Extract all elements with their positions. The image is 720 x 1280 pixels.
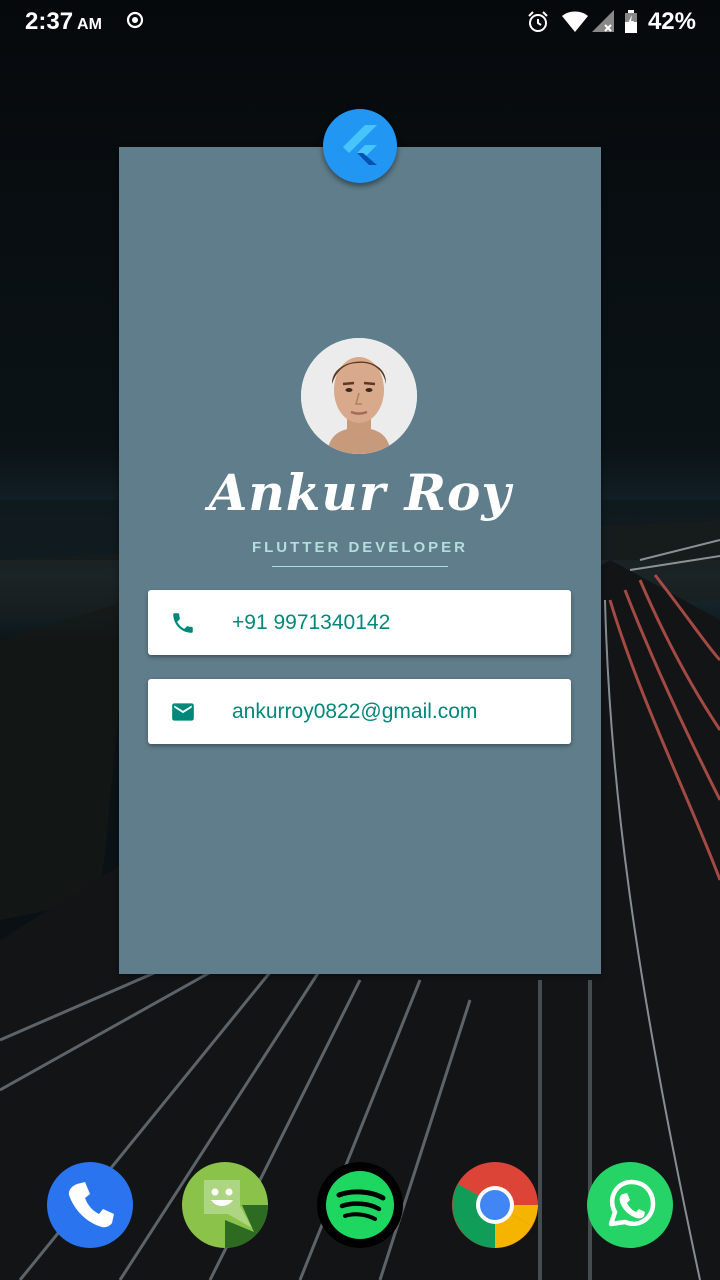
chrome-app-glyph: [452, 1162, 538, 1248]
battery-percent: 42%: [647, 8, 696, 35]
alarm-icon: [528, 11, 548, 32]
flutter-icon: [343, 125, 377, 165]
email-card[interactable]: ankurroy0822@gmail.com: [148, 679, 571, 744]
messaging-app-icon[interactable]: [182, 1162, 268, 1248]
cast-icon: [126, 11, 144, 29]
chrome-app-icon[interactable]: [452, 1162, 538, 1248]
avatar: [301, 338, 417, 454]
status-bar: 2:37 AM 42%: [0, 0, 720, 44]
status-time-value: 2:37: [25, 8, 74, 35]
app-dock: [0, 1162, 720, 1252]
battery-icon: [625, 10, 637, 33]
avatar-portrait: [301, 338, 417, 454]
spotify-app-icon[interactable]: [317, 1162, 403, 1248]
phone-app-icon[interactable]: [47, 1162, 133, 1248]
status-right: 42%: [526, 8, 696, 36]
profile-role: FLUTTER DEVELOPER: [251, 539, 468, 556]
whatsapp-app-glyph: [587, 1162, 673, 1248]
phone-app-glyph: [47, 1162, 133, 1248]
phone-card[interactable]: +91 9971340142: [148, 590, 571, 655]
email-icon: [172, 703, 194, 721]
status-ampm: AM: [77, 16, 102, 33]
messaging-app-glyph: [182, 1162, 268, 1248]
profile-card: Ankur Roy FLUTTER DEVELOPER +91 99713401…: [119, 147, 601, 974]
phone-number: +91 9971340142: [232, 611, 391, 634]
flutter-logo-badge[interactable]: [323, 109, 397, 183]
whatsapp-app-icon[interactable]: [587, 1162, 673, 1248]
profile-name: Ankur Roy: [208, 463, 512, 522]
spotify-app-glyph: [317, 1162, 403, 1248]
email-address: ankurroy0822@gmail.com: [232, 700, 478, 723]
divider: [272, 566, 448, 567]
signal-icon: [592, 10, 614, 32]
status-time: 2:37 AM: [25, 8, 102, 36]
phone-icon: [173, 613, 193, 633]
wifi-icon: [562, 11, 588, 32]
